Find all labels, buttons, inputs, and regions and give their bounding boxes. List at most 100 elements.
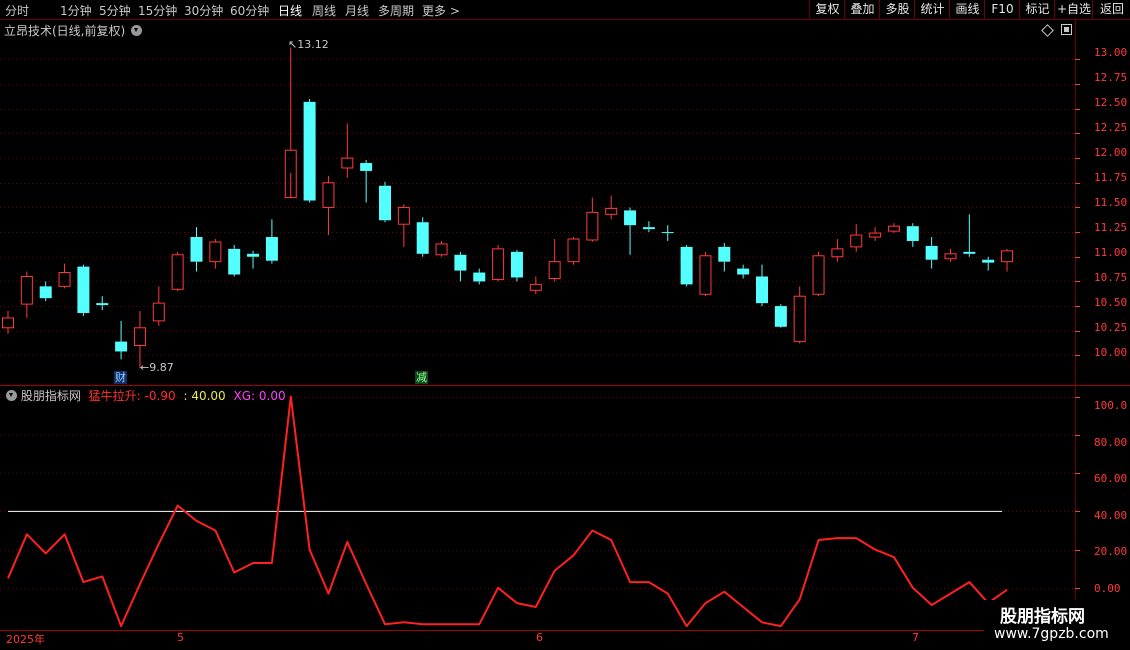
watermark-logo: 股朋指标网 www.7gpzb.com xyxy=(984,600,1130,650)
candle xyxy=(887,223,900,234)
candle xyxy=(454,251,467,282)
candle-body xyxy=(605,207,618,215)
candle-body xyxy=(831,248,844,258)
candle xyxy=(605,195,618,220)
candle xyxy=(718,242,731,272)
candle xyxy=(284,47,297,199)
candle-body xyxy=(58,272,71,287)
candle-body xyxy=(322,182,335,208)
candle-body xyxy=(982,259,995,263)
candle-body xyxy=(397,206,410,225)
dropdown-icon[interactable] xyxy=(131,25,143,36)
candle-body xyxy=(906,226,919,241)
candle-body xyxy=(152,302,165,322)
y-tick: 11.25 xyxy=(1094,221,1128,234)
candle-body xyxy=(850,234,863,248)
financial-report-badge[interactable]: 财 xyxy=(114,371,127,384)
candle xyxy=(793,286,806,344)
candle xyxy=(115,320,128,360)
chart-canvas xyxy=(0,20,1130,631)
watermark-url: www.7gpzb.com xyxy=(994,626,1109,642)
candle xyxy=(39,281,52,302)
candle xyxy=(492,244,505,282)
candle xyxy=(435,240,448,257)
candle-body xyxy=(303,101,316,201)
candle-body xyxy=(133,327,146,347)
maximize-icon[interactable] xyxy=(1061,24,1072,35)
candle-body xyxy=(454,254,467,271)
indicator-title-row: 股朋指标网 猛牛拉升: -0.90 : 40.00 XG: 0.00 xyxy=(4,387,286,404)
low-marker-value: 9.87 xyxy=(149,361,174,374)
candle-body xyxy=(247,253,260,257)
candle xyxy=(567,237,580,265)
candle-body xyxy=(680,246,693,285)
candlestick-series xyxy=(2,47,1014,369)
y-tick: 40.00 xyxy=(1094,509,1128,522)
candle-body xyxy=(492,248,505,280)
candle xyxy=(925,237,938,269)
candle-body xyxy=(586,211,599,241)
candle-body xyxy=(190,237,203,262)
candle xyxy=(850,224,863,252)
candle xyxy=(586,197,599,242)
shareholder-reduce-badge[interactable]: 减 xyxy=(415,371,428,384)
x-axis-label: 2025年 xyxy=(6,633,45,646)
candle xyxy=(737,264,750,279)
candle xyxy=(963,214,976,257)
candle xyxy=(379,181,391,223)
y-tick: 20.00 xyxy=(1094,545,1128,558)
candle-body xyxy=(39,286,52,299)
y-tick: 10.25 xyxy=(1094,321,1128,334)
candle xyxy=(247,250,260,269)
candle xyxy=(642,221,655,233)
candle xyxy=(209,239,222,269)
candle xyxy=(982,256,995,271)
high-marker-value: 13.12 xyxy=(297,38,329,51)
candle xyxy=(756,264,768,307)
candle-body xyxy=(661,232,674,234)
y-tick: 60.00 xyxy=(1094,472,1128,485)
y-tick: 12.25 xyxy=(1094,121,1128,134)
candle-body xyxy=(737,268,750,275)
xg-label: XG: xyxy=(233,389,256,403)
candle xyxy=(680,244,693,287)
y-tick: 10.75 xyxy=(1094,271,1128,284)
candle xyxy=(774,304,787,328)
candle-body xyxy=(925,245,938,260)
candle-body xyxy=(624,210,637,226)
candle xyxy=(341,123,354,178)
x-axis-label: 6 xyxy=(536,631,543,644)
x-axis-label: 5 xyxy=(177,631,184,644)
candle xyxy=(322,175,335,236)
candle xyxy=(96,296,109,311)
candle xyxy=(624,207,637,255)
y-tick: 13.00 xyxy=(1094,46,1128,59)
candle-body xyxy=(473,272,486,282)
candle-body xyxy=(341,157,354,169)
candle xyxy=(416,217,429,257)
series-value: -0.90 xyxy=(144,389,176,403)
candle-body xyxy=(416,222,429,254)
candle xyxy=(171,251,184,292)
y-tick: 80.00 xyxy=(1094,436,1128,449)
candle xyxy=(190,227,203,272)
candle-body xyxy=(1001,250,1014,263)
candle xyxy=(473,268,486,285)
candle xyxy=(812,251,825,297)
candle-body xyxy=(699,255,712,295)
candle-body xyxy=(944,253,957,260)
candle xyxy=(228,244,241,277)
candle-body xyxy=(265,237,278,261)
main-panel-title-row: 立昂技术(日线,前复权) xyxy=(4,22,143,39)
candle-body xyxy=(228,248,241,275)
candle-body xyxy=(718,246,731,262)
y-tick: 11.50 xyxy=(1094,196,1128,209)
low-marker: ←9.87 xyxy=(140,361,174,374)
candle xyxy=(77,264,90,316)
candle-body xyxy=(774,306,787,327)
candle-body xyxy=(2,317,14,329)
y-tick: 12.50 xyxy=(1094,96,1128,109)
candle-body xyxy=(209,241,222,263)
dropdown-icon[interactable] xyxy=(6,390,17,401)
candle xyxy=(303,98,316,203)
